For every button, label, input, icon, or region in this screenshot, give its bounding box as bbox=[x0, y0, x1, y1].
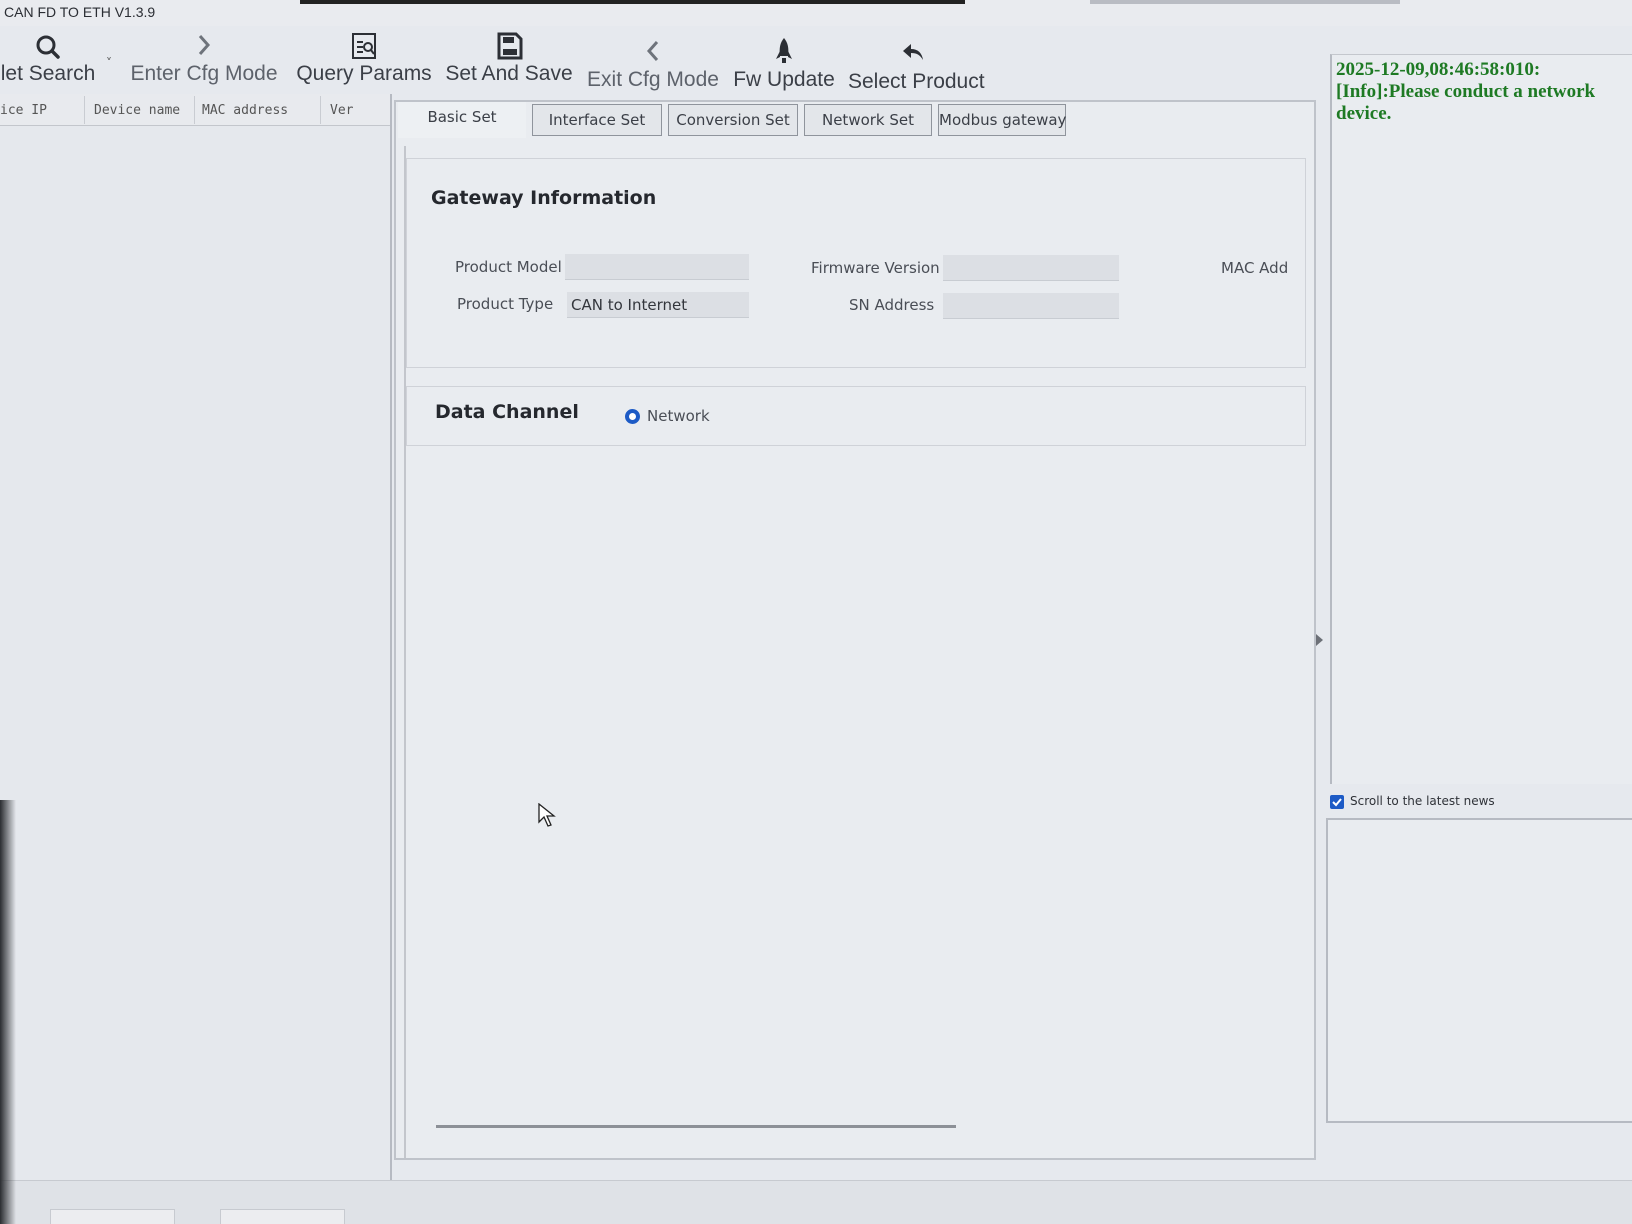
exit-cfg-mode-label: Exit Cfg Mode bbox=[587, 68, 719, 91]
enter-cfg-mode-button[interactable]: Enter Cfg Mode bbox=[123, 28, 285, 98]
data-channel-title: Data Channel bbox=[435, 401, 579, 423]
product-model-label: Product Model bbox=[455, 258, 562, 276]
log-panel[interactable]: 2025-12-09,08:46:58:010: [Info]:Please c… bbox=[1330, 54, 1632, 784]
net-search-button[interactable]: let Search bbox=[0, 28, 96, 98]
firmware-version-field[interactable] bbox=[943, 255, 1119, 281]
fw-update-label: Fw Update bbox=[733, 68, 835, 91]
panel-inner-border bbox=[404, 146, 406, 1158]
column-device-name[interactable]: Device name bbox=[94, 103, 180, 118]
chevron-left-icon bbox=[646, 41, 659, 61]
exit-cfg-mode-button[interactable]: Exit Cfg Mode bbox=[584, 34, 722, 104]
column-device-ip[interactable]: ice IP bbox=[0, 103, 47, 118]
firmware-version-label: Firmware Version bbox=[811, 259, 940, 277]
tab-basic-set[interactable]: Basic Set bbox=[398, 102, 526, 138]
scroll-latest-label: Scroll to the latest news bbox=[1350, 794, 1495, 808]
query-params-icon bbox=[352, 33, 376, 59]
network-radio-button[interactable] bbox=[625, 409, 640, 424]
select-product-button[interactable]: Select Product bbox=[848, 36, 985, 106]
set-and-save-button[interactable]: Set And Save bbox=[444, 28, 574, 98]
window-title: CAN FD TO ETH V1.3.9 bbox=[4, 4, 156, 20]
check-icon bbox=[1332, 798, 1342, 807]
query-params-label: Query Params bbox=[296, 62, 432, 85]
toolbar: let Search ˅ Enter Cfg Mode Query Params… bbox=[0, 28, 1000, 100]
chevron-right-icon bbox=[198, 35, 211, 55]
product-model-field[interactable] bbox=[565, 254, 749, 280]
column-mac-address[interactable]: MAC address bbox=[202, 103, 288, 118]
device-list-panel[interactable]: ice IP Device name MAC address Ver bbox=[0, 94, 392, 1194]
device-list-header: ice IP Device name MAC address Ver bbox=[0, 94, 390, 126]
title-bar-strip-light bbox=[1090, 0, 1400, 4]
mouse-cursor-icon bbox=[538, 803, 556, 827]
gateway-information-title: Gateway Information bbox=[431, 187, 657, 209]
sn-address-label: SN Address bbox=[849, 296, 935, 314]
tab-conversion-set[interactable]: Conversion Set bbox=[668, 104, 798, 136]
scroll-latest-checkbox[interactable] bbox=[1330, 795, 1344, 809]
tab-bar: Basic Set Interface Set Conversion Set N… bbox=[396, 102, 1316, 138]
column-divider[interactable] bbox=[84, 96, 85, 124]
gateway-information-section: Gateway Information Product Model Firmwa… bbox=[406, 158, 1306, 368]
reply-arrow-icon bbox=[903, 44, 923, 60]
status-slot bbox=[50, 1209, 175, 1224]
column-divider[interactable] bbox=[194, 96, 195, 124]
panel-splitter[interactable] bbox=[1316, 100, 1326, 1160]
title-bar: CAN FD TO ETH V1.3.9 bbox=[0, 0, 1632, 26]
config-panel: Basic Set Interface Set Conversion Set N… bbox=[394, 100, 1316, 1160]
save-icon bbox=[497, 32, 523, 60]
send-panel[interactable] bbox=[1326, 818, 1632, 1123]
set-and-save-label: Set And Save bbox=[445, 62, 573, 85]
status-slot bbox=[220, 1209, 345, 1224]
query-params-button[interactable]: Query Params bbox=[296, 28, 432, 98]
title-bar-strip bbox=[300, 0, 965, 4]
dropdown-indicator-icon[interactable]: ˅ bbox=[106, 56, 112, 70]
fw-update-button[interactable]: Fw Update bbox=[732, 34, 836, 104]
network-radio-label[interactable]: Network bbox=[647, 407, 710, 425]
scroll-latest-row[interactable]: Scroll to the latest news bbox=[1330, 790, 1632, 814]
tab-modbus-gateway[interactable]: Modbus gateway bbox=[938, 104, 1066, 136]
tab-network-set[interactable]: Network Set bbox=[804, 104, 932, 136]
product-type-label: Product Type bbox=[457, 295, 554, 313]
select-product-label: Select Product bbox=[848, 70, 985, 93]
net-search-label: let Search bbox=[0, 62, 96, 85]
expand-arrow-icon[interactable] bbox=[1316, 634, 1323, 646]
status-bar bbox=[0, 1180, 1632, 1224]
search-icon bbox=[36, 35, 60, 59]
mac-address-label: MAC Add bbox=[1221, 259, 1289, 277]
sn-address-field[interactable] bbox=[943, 293, 1119, 319]
column-version[interactable]: Ver bbox=[330, 103, 353, 118]
product-type-field[interactable]: CAN to Internet bbox=[567, 292, 749, 318]
rocket-icon bbox=[776, 38, 792, 63]
horizontal-scrollbar[interactable] bbox=[436, 1125, 956, 1128]
screen-edge-shadow bbox=[0, 800, 16, 1224]
log-message: 2025-12-09,08:46:58:010: [Info]:Please c… bbox=[1336, 59, 1596, 124]
column-divider[interactable] bbox=[320, 96, 321, 124]
enter-cfg-mode-label: Enter Cfg Mode bbox=[130, 62, 278, 85]
data-channel-section: Data Channel Network bbox=[406, 386, 1306, 446]
tab-interface-set[interactable]: Interface Set bbox=[532, 104, 662, 136]
